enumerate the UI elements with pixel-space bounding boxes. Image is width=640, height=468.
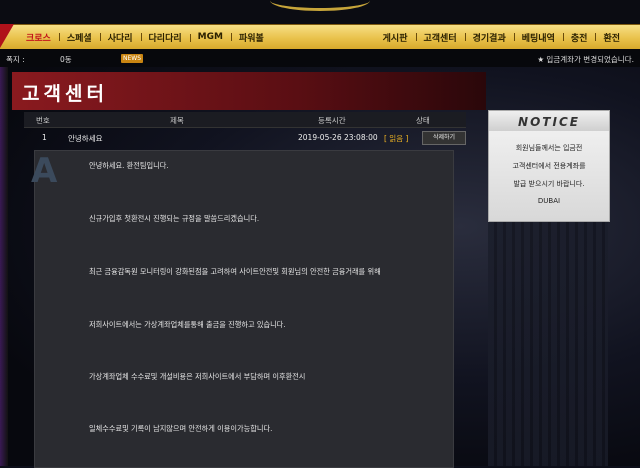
notice-line: 발급 받으시기 바랍니다. [513, 180, 585, 188]
row-status: [ 읽음 ] [384, 134, 409, 143]
row-subject[interactable]: 안녕하세요 [68, 133, 103, 144]
col-no: 번호 [36, 116, 50, 125]
points-value: 0동 [60, 55, 72, 64]
notice-header: NOTICE [489, 111, 609, 131]
table-header: 번호 제목 등록시간 상태 [24, 112, 466, 128]
nav-item-cross[interactable]: 크로스 [18, 31, 59, 44]
paragraph: 최근 금융감독원 모니터링이 강화된점을 고려하여 사이트안전및 회원님의 안전… [89, 267, 381, 276]
col-status: 상태 [416, 116, 430, 125]
nav-item-mgm[interactable]: MGM [189, 32, 231, 42]
paragraph: 일체수수료및 기록이 남지않으며 안전하게 이용이가능합니다. [89, 424, 273, 433]
nav-item-board[interactable]: 게시판 [375, 31, 416, 44]
paragraph: 신규가입후 첫환전시 진행되는 규정을 말씀드리겠습니다. [89, 214, 260, 223]
side-stripe [0, 67, 8, 466]
nav-item-special[interactable]: 스페셜 [58, 31, 100, 44]
avatar-letter: A [31, 151, 58, 191]
paragraph: 저희사이트에서는 가상계좌업체를통해 출금을 진행하고 있습니다. [89, 320, 286, 329]
nav-item-withdraw[interactable]: 환전 [595, 31, 628, 44]
paragraph: 안녕하세요. 환전팀입니다. [89, 161, 169, 170]
nav-item-results[interactable]: 경기결과 [464, 31, 514, 44]
top-header [0, 0, 640, 24]
nav-accent [0, 24, 14, 48]
page-title: 고객센터 [22, 83, 108, 105]
paragraph: 가상계좌업체 수수료및 개설비용은 저희사이트에서 부담하며 이후환전시 [89, 372, 306, 381]
row-no: 1 [42, 133, 47, 142]
main-nav: 크로스 스페셜 사다리 다리다리 MGM 파워볼 게시판 고객센터 경기결과 베… [0, 24, 640, 50]
news-badge: NEWS [121, 54, 144, 63]
status-bar: 폭지 : 0동 NEWS ★ 입금계좌가 변경되었습니다. [0, 49, 640, 68]
notice-title: NOTICE [518, 115, 580, 129]
nav-item-ladder[interactable]: 사다리 [99, 31, 141, 44]
table-row[interactable]: 1 안녕하세요 2019-05-26 23:08:00 [ 읽음 ] 삭제하기 [24, 130, 466, 146]
logo-arc [270, 0, 370, 11]
nav-item-powerball[interactable]: 파워볼 [230, 31, 272, 44]
nav-item-bet-history[interactable]: 베팅내역 [513, 31, 563, 44]
nav-item-deposit[interactable]: 충전 [562, 31, 596, 44]
notice-line: 회원님들께서는 입금전 [515, 144, 583, 152]
notice-line: 고객센터에서 전용계좌를 [512, 162, 586, 170]
delete-button[interactable]: 삭제하기 [422, 131, 466, 145]
notice-box: NOTICE 회원님들께서는 입금전 고객센터에서 전용계좌를 발급 받으시기 … [488, 110, 610, 222]
notice-line: DUBAI [537, 197, 561, 205]
points-label: 폭지 : [6, 55, 25, 64]
nav-item-support[interactable]: 고객센터 [415, 31, 465, 44]
col-subject: 제목 [170, 116, 184, 125]
row-date: 2019-05-26 23:08:00 [298, 133, 378, 142]
nav-item-daridari[interactable]: 다리다리 [140, 31, 190, 44]
ticker-text: ★ 입금계좌가 변경되었습니다. [537, 55, 634, 64]
message-content: A 안녕하세요. 환전팀입니다. 신규가입후 첫환전시 진행되는 규정을 말씀드… [31, 150, 454, 468]
col-date: 등록시간 [318, 116, 346, 125]
